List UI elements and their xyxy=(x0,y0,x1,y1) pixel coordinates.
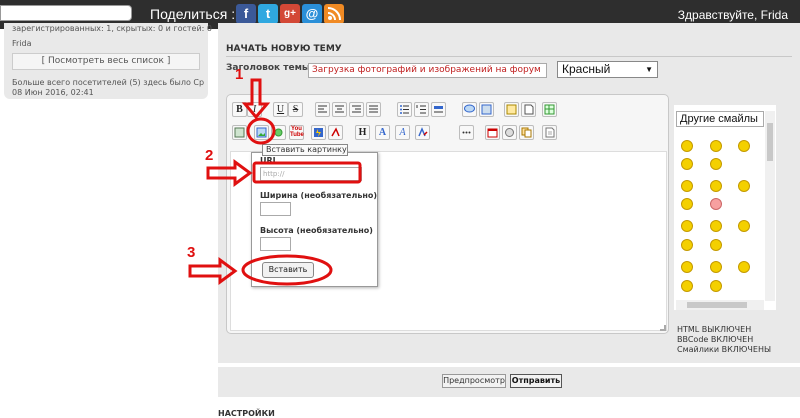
smileys-status: Смайлики ВКЛЮЧЕНЫ xyxy=(677,345,772,354)
smiley-icon[interactable] xyxy=(710,140,722,152)
font-size-button[interactable]: A xyxy=(375,125,390,140)
smiley-icon[interactable] xyxy=(710,261,722,273)
smiley-icon[interactable] xyxy=(681,198,693,210)
smileys-select[interactable]: Другие смайлы xyxy=(676,111,764,127)
smiley-icon[interactable] xyxy=(681,158,693,170)
step-number: 3 xyxy=(187,244,196,261)
numbered-list-icon[interactable] xyxy=(414,102,429,117)
smiley-icon[interactable] xyxy=(710,180,722,192)
date-icon[interactable] xyxy=(485,125,500,140)
align-left-icon[interactable] xyxy=(315,102,330,117)
width-label: Ширина (необязательно) xyxy=(260,191,378,200)
table-icon[interactable] xyxy=(542,102,557,117)
bold-button[interactable]: B xyxy=(232,102,247,117)
submit-button[interactable]: Отправить xyxy=(510,374,562,388)
html-status: HTML ВЫКЛЮЧЕН xyxy=(677,325,752,334)
color-select[interactable]: Красный ▼ xyxy=(557,61,658,78)
insert-button[interactable]: Вставить xyxy=(262,262,314,278)
color-select-value: Красный xyxy=(562,62,611,76)
smiley-icon[interactable] xyxy=(710,280,722,292)
twitter-icon[interactable]: t xyxy=(258,4,278,24)
url-input[interactable]: http:// xyxy=(260,167,362,181)
step-number: 2 xyxy=(205,147,214,164)
smiley-icon[interactable] xyxy=(738,261,750,273)
subject-input[interactable]: Загрузка фотографий и изображений на фор… xyxy=(308,63,547,78)
font-face-button[interactable]: A xyxy=(395,125,410,140)
googleplus-icon[interactable]: g+ xyxy=(280,4,300,24)
height-input[interactable] xyxy=(260,237,291,251)
top-search-input[interactable] xyxy=(0,5,132,21)
insert-image-icon[interactable] xyxy=(254,125,269,140)
submit-bar: Предпросмотр Отправить xyxy=(218,367,800,397)
step-number: 1 xyxy=(235,66,244,83)
note-icon[interactable] xyxy=(521,102,536,117)
bullet-list-icon[interactable] xyxy=(397,102,412,117)
smiley-icon[interactable] xyxy=(681,180,693,192)
translit-icon[interactable] xyxy=(502,125,517,140)
online-user-link[interactable]: Frida xyxy=(12,39,32,48)
align-justify-icon[interactable] xyxy=(366,102,381,117)
preview-button[interactable]: Предпросмотр xyxy=(442,374,506,388)
email-icon[interactable]: @ xyxy=(302,4,322,24)
align-center-icon[interactable] xyxy=(332,102,347,117)
insert-link-icon[interactable] xyxy=(232,125,247,140)
underline-button[interactable]: U xyxy=(273,102,288,117)
smiley-icon[interactable] xyxy=(681,261,693,273)
height-label: Высота (необязательно) xyxy=(260,226,373,235)
rss-icon[interactable] xyxy=(324,4,344,24)
insert-image-tooltip: Вставить картинку xyxy=(262,144,348,156)
section-title: НАЧАТЬ НОВУЮ ТЕМУ xyxy=(226,44,342,54)
section-divider xyxy=(226,56,792,57)
resize-handle[interactable] xyxy=(660,325,666,331)
youtube-icon[interactable]: You Tube xyxy=(289,125,304,140)
settings-heading: НАСТРОЙКИ xyxy=(218,409,275,418)
smiley-icon[interactable] xyxy=(710,239,722,251)
smiley-icon[interactable] xyxy=(738,180,750,192)
page-icon[interactable] xyxy=(542,125,557,140)
width-input[interactable] xyxy=(260,202,291,216)
smileys-horizontal-scroll-thumb[interactable] xyxy=(687,302,747,308)
record-visitors-date: 08 Июн 2016, 02:41 xyxy=(12,88,94,97)
chevron-down-icon: ▼ xyxy=(645,65,653,74)
flash-icon[interactable] xyxy=(311,125,326,140)
italic-button[interactable]: I xyxy=(247,102,262,117)
smiley-icon[interactable] xyxy=(710,198,722,210)
online-users-panel: зарегистрированных: 1, скрытых: 0 и гост… xyxy=(4,23,212,99)
share-label: Поделиться : xyxy=(150,6,236,22)
url-label: URL xyxy=(260,156,278,165)
view-full-list-button[interactable]: [ Посмотреть весь список ] xyxy=(12,53,200,70)
code-icon[interactable] xyxy=(479,102,494,117)
quote-icon[interactable] xyxy=(462,102,477,117)
user-greeting[interactable]: Здравствуйте, Frida xyxy=(678,8,788,22)
copy-icon[interactable] xyxy=(519,125,534,140)
spoiler-icon[interactable] xyxy=(504,102,519,117)
insert-attachment-icon[interactable] xyxy=(271,125,286,140)
horizontal-rule-icon[interactable] xyxy=(431,102,446,117)
insert-image-popup: URL http:// Ширина (необязательно) Высот… xyxy=(251,152,378,287)
smiley-icon[interactable] xyxy=(738,220,750,232)
highlight-icon[interactable] xyxy=(415,125,430,140)
heading-button[interactable]: H xyxy=(355,125,370,140)
smiley-icon[interactable] xyxy=(710,220,722,232)
smiley-icon[interactable] xyxy=(681,220,693,232)
smiley-icon[interactable] xyxy=(710,158,722,170)
record-visitors-text: Больше всего посетителей (5) здесь было … xyxy=(12,78,205,87)
bbcode-status[interactable]: BBCode ВКЛЮЧЕН xyxy=(677,335,753,344)
font-color-icon[interactable] xyxy=(328,125,343,140)
smiley-icon[interactable] xyxy=(738,140,750,152)
facebook-icon[interactable]: f xyxy=(236,4,256,24)
smileys-vertical-scroll-thumb[interactable] xyxy=(767,123,773,161)
smiley-icon[interactable] xyxy=(681,239,693,251)
strikethrough-button[interactable]: S xyxy=(288,102,303,117)
smiley-icon[interactable] xyxy=(681,280,693,292)
align-right-icon[interactable] xyxy=(349,102,364,117)
smileys-panel: Другие смайлы xyxy=(674,105,776,310)
more-icon[interactable] xyxy=(459,125,474,140)
registered-count: зарегистрированных: 1, скрытых: 0 и гост… xyxy=(12,24,212,33)
smiley-icon[interactable] xyxy=(681,140,693,152)
